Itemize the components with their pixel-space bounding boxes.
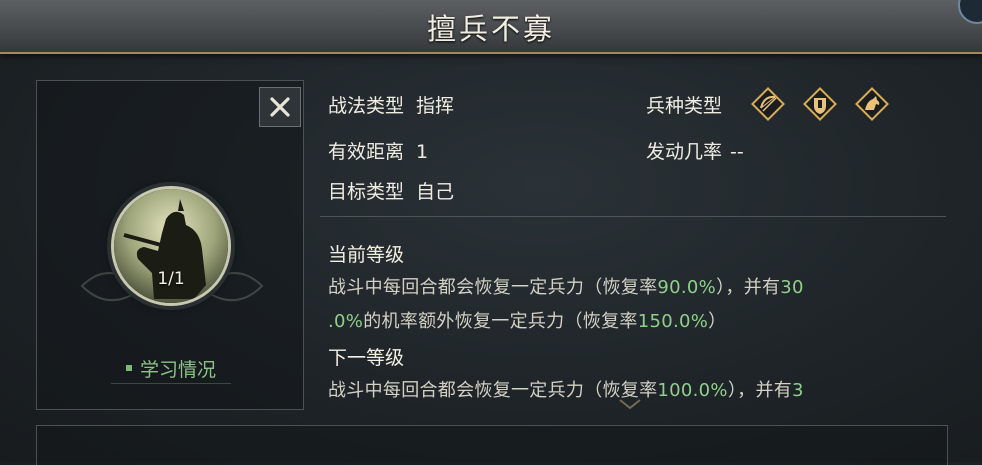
chevron-down-icon[interactable] — [618, 398, 642, 410]
skill-portrait-panel: 1/1 学习情况 — [36, 80, 304, 410]
range-value: 1 — [416, 141, 429, 163]
trigger-rate-value: -- — [730, 141, 744, 163]
current-level-heading: 当前等级 — [328, 244, 405, 266]
trigger-rate-row: 发动几率 -- — [646, 137, 744, 164]
divider — [320, 216, 946, 217]
bottom-panel — [36, 425, 948, 465]
skill-portrait[interactable]: 1/1 — [111, 186, 231, 306]
skill-title: 擅兵不寡 — [426, 12, 555, 46]
close-icon — [270, 97, 290, 117]
shield-icon[interactable] — [802, 86, 838, 122]
level-count: 1/1 — [157, 269, 185, 289]
learn-status-label: 学习情况 — [139, 358, 216, 381]
learn-status-button[interactable]: 学习情况 — [111, 353, 231, 384]
tactic-type-label: 战法类型 — [328, 95, 405, 117]
current-level-description: 战斗中每回合都会恢复一定兵力（恢复率90.0%），并有30 .0%的机率额外恢复… — [328, 271, 943, 339]
title-bar: 擅兵不寡 — [0, 0, 982, 54]
range-row: 有效距离 1 — [328, 137, 428, 164]
range-label: 有效距离 — [328, 141, 405, 163]
target-label: 目标类型 — [328, 181, 405, 203]
troop-type-label: 兵种类型 — [646, 95, 723, 117]
bow-icon[interactable] — [750, 86, 786, 122]
current-level-line-1: 战斗中每回合都会恢复一定兵力（恢复率90.0%），并有30 — [328, 277, 804, 298]
tactic-type-value: 指挥 — [416, 95, 455, 117]
trigger-rate-label: 发动几率 — [646, 141, 723, 163]
status-dot-icon — [125, 365, 132, 371]
target-row: 目标类型 自己 — [328, 177, 454, 204]
next-level-heading: 下一等级 — [328, 347, 405, 369]
cavalry-icon[interactable] — [854, 86, 890, 122]
close-button[interactable] — [259, 87, 301, 127]
target-value: 自己 — [416, 181, 455, 203]
troop-type-row: 兵种类型 — [646, 91, 722, 118]
troop-type-icons — [750, 86, 890, 122]
current-level-line-2: .0%的机率额外恢复一定兵力（恢复率150.0%） — [328, 311, 727, 332]
tactic-type-row: 战法类型 指挥 — [328, 91, 454, 118]
